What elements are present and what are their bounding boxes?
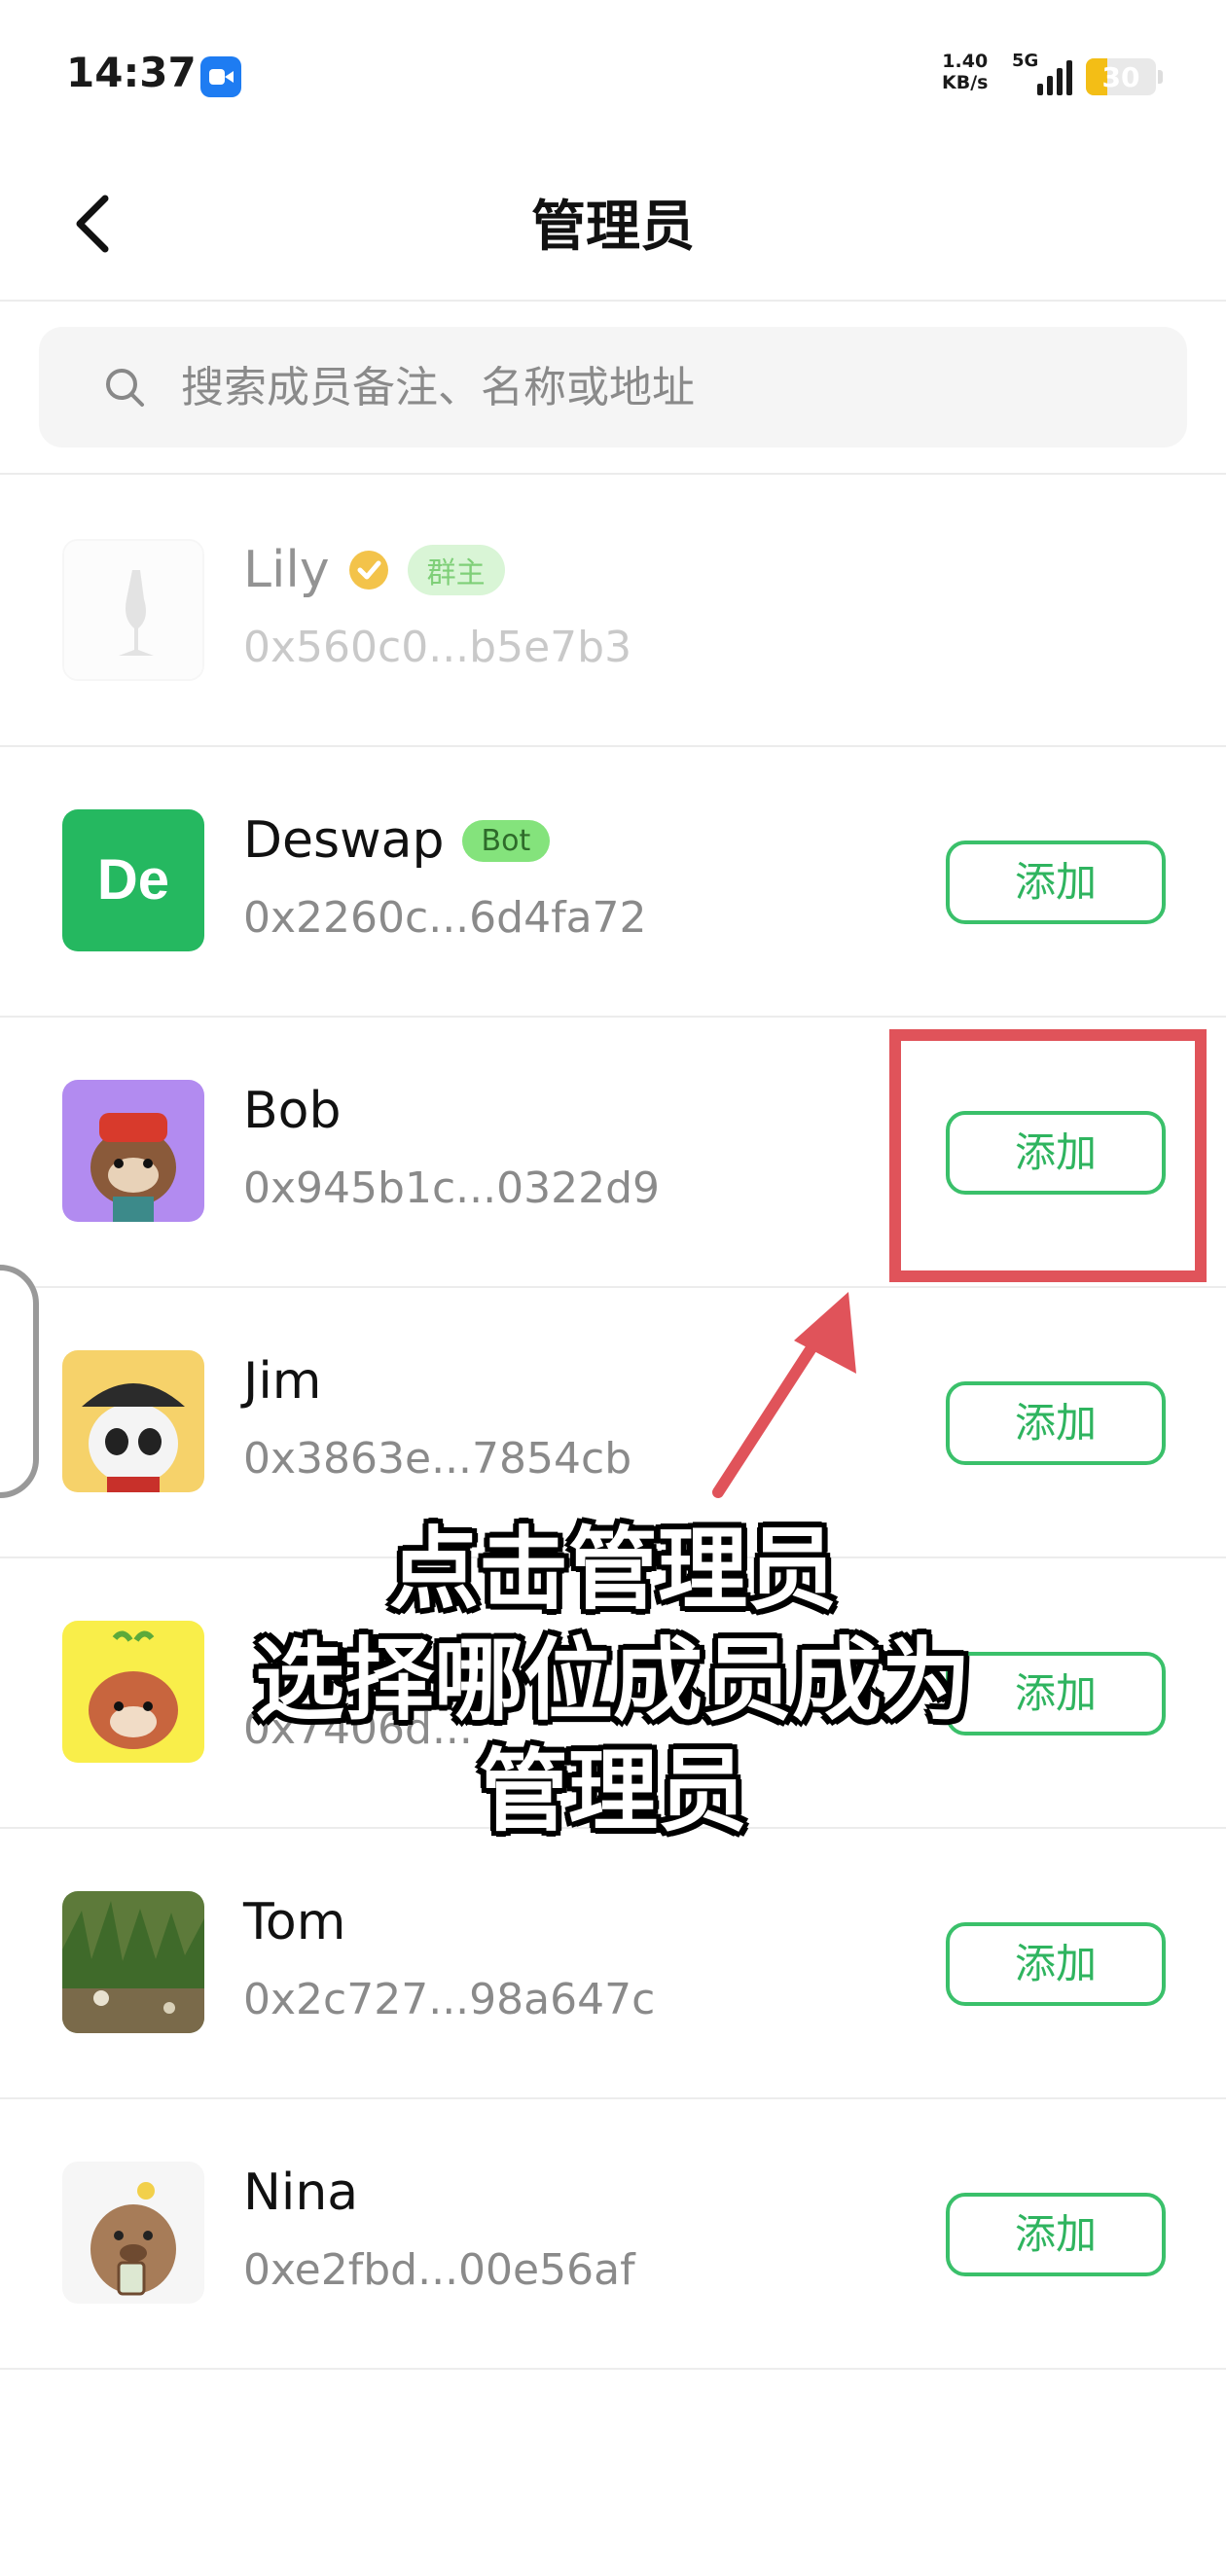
search-icon [106, 369, 144, 407]
network-speed-unit: KB/s [942, 72, 989, 93]
add-button[interactable]: 添加 [946, 2193, 1166, 2276]
member-name: Bob [243, 1082, 342, 1140]
search-input[interactable] [181, 327, 1154, 447]
pointer-arrow-icon [712, 1292, 856, 1498]
battery-icon: 30 [1086, 58, 1156, 95]
nav-header: 管理员 [0, 156, 1226, 302]
member-address: 0x2260c...6d4fa72 [243, 893, 647, 943]
member-name-row: Tom [243, 1891, 345, 1953]
member-address: 0x560c0...b5e7b3 [243, 623, 632, 672]
avatar [62, 1080, 204, 1222]
avatar [62, 1350, 204, 1492]
verified-icon [348, 551, 388, 590]
member-name-row: Lily 群主 [243, 539, 505, 601]
member-name-row: Nina [243, 2162, 358, 2224]
page-title: 管理员 [531, 196, 695, 259]
status-bar: 14:37 1.40 KB/s 5G 30 [0, 0, 1226, 146]
avatar [62, 1891, 204, 2033]
member-row: Tom 0x2c727...98a647c 添加 [0, 1827, 1226, 2099]
member-row: Nina 0xe2fbd...00e56af 添加 [0, 2097, 1226, 2370]
member-name-row: Deswap Bot [243, 809, 551, 872]
member-address: 0x2c727...98a647c [243, 1975, 656, 2024]
bot-badge: Bot [461, 819, 551, 862]
member-name-row: Bob [243, 1080, 342, 1142]
caption-line-1: 点击管理员 [388, 1518, 837, 1622]
network-speed-value: 1.40 [942, 51, 989, 72]
member-name: Nina [243, 2164, 359, 2222]
signal-icon [1033, 58, 1076, 95]
highlight-box [889, 1029, 1207, 1282]
edge-handle [0, 1265, 39, 1498]
add-button[interactable]: 添加 [946, 841, 1166, 924]
battery-percent: 30 [1101, 61, 1140, 93]
member-address: 0x3863e...7854cb [243, 1434, 632, 1484]
caption-line-3: 管理员 [478, 1739, 747, 1843]
status-time: 14:37 [66, 49, 197, 96]
caption-line-2: 选择哪位成员成为 [254, 1628, 971, 1733]
avatar: De [62, 809, 204, 951]
video-call-icon [200, 56, 241, 97]
member-row-owner: Lily 群主 0x560c0...b5e7b3 [0, 475, 1226, 747]
avatar [62, 539, 204, 681]
add-button[interactable]: 添加 [946, 1922, 1166, 2006]
member-name: Jim [243, 1352, 322, 1411]
member-name: Lily [243, 541, 330, 599]
member-name: Tom [243, 1893, 346, 1951]
member-name-row: Jim [243, 1350, 321, 1413]
add-button[interactable]: 添加 [946, 1381, 1166, 1465]
member-name: Deswap [243, 811, 445, 870]
owner-badge: 群主 [407, 545, 505, 595]
member-row: De Deswap Bot 0x2260c...6d4fa72 添加 [0, 745, 1226, 1018]
avatar [62, 2162, 204, 2304]
battery-tip [1158, 70, 1163, 84]
network-speed: 1.40 KB/s [942, 51, 988, 93]
search-bar[interactable] [39, 327, 1187, 447]
avatar-initials: De [97, 848, 169, 912]
member-address: 0x945b1c...0322d9 [243, 1163, 660, 1213]
member-address: 0xe2fbd...00e56af [243, 2245, 635, 2295]
